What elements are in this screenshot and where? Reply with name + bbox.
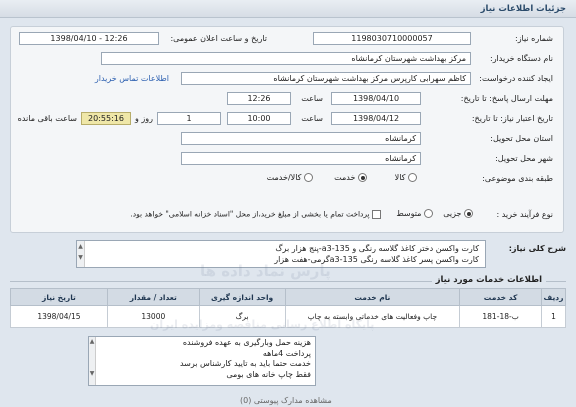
col-code: کد خدمت [459,288,543,306]
attachments-link[interactable]: مشاهده مدارک پیوستی (0) [240,396,332,405]
remaining-days-field: 1 [157,112,221,125]
remaining-timer: 20:55:16 [81,112,131,125]
validity-time-field[interactable]: 10:00 [227,112,291,125]
deadline-label: مهلت ارسال پاسخ: تا تاریخ: [460,94,553,103]
category-label: طبقه بندی موضوعی: [482,174,553,183]
cell-qty: 13000 [106,305,200,328]
category-option-service[interactable]: خدمت [334,173,367,182]
notes-scrollbar[interactable]: ▲ ▼ [89,337,96,385]
days-label: روز و [135,114,153,123]
validity-date-field[interactable]: 1398/04/12 [331,112,421,125]
description-line: کارت واکسن دختر کاغذ گلاسه رنگی و 135-a3… [275,244,479,253]
process-medium-label: متوسط [396,209,422,218]
deadline-time-field[interactable]: 12:26 [227,92,291,105]
table-header-row: ردیف کد خدمت نام خدمت واحد اندازه گیری ت… [10,288,566,306]
validity-label: تاریخ اعتبار نیاز: تا تاریخ: [471,114,553,123]
page-title: جزئیات اطلاعات نیاز [0,0,576,18]
creator-field[interactable]: کاظم سهرابی کارپرس مرکز بهداشت شهرستان ک… [181,72,471,85]
note-line: هزینه حمل وبارگیری به عهده فروشنده [182,338,311,347]
category-service-radio[interactable] [358,173,367,182]
province-label: استان محل تحویل: [490,134,553,143]
buyer-org-label: نام دستگاه خریدار: [490,54,553,63]
buyer-org-field[interactable]: مرکز بهداشت شهرستان کرمانشاه [101,52,471,65]
category-option-goods[interactable]: کالا [395,173,417,182]
province-field[interactable]: کرمانشاه [181,132,421,145]
buyer-contact-link[interactable]: اطلاعات تماس خریدار [95,74,169,83]
col-unit: واحد اندازه گیری [198,288,286,306]
payment-note: پرداخت تمام یا بخشی از مبلغ خرید،از محل … [130,209,370,219]
announce-label: تاریخ و ساعت اعلان عمومی: [170,34,267,43]
cell-unit: برگ [198,305,286,328]
payment-checkbox[interactable] [372,209,381,219]
category-goods-radio[interactable] [408,173,417,182]
note-line: خدمت حتما باید به تایید کارشناس برسد [179,359,311,368]
city-label: شهر محل تحویل: [495,154,553,163]
creator-label: ایجاد کننده درخواست: [479,74,553,83]
process-option-minor[interactable]: جزیی [443,209,473,218]
note-line: پرداخت 4ماهه [262,348,311,358]
description-scrollbar[interactable]: ▲ ▼ [77,241,85,267]
col-name: نام خدمت [284,288,461,306]
cell-code: ب-18-181 [459,305,543,328]
deadline-date-field[interactable]: 1398/04/10 [331,92,421,105]
cell-date: 1398/04/15 [10,305,108,328]
category-both-radio[interactable] [304,173,313,182]
buyer-notes-box[interactable]: ▲ ▼ هزینه حمل وبارگیری به عهده فروشنده پر… [88,336,316,386]
services-section-title: اطلاعات خدمات مورد نیاز [431,275,546,285]
category-service-label: خدمت [334,173,356,182]
description-box[interactable]: ▲ ▼ کارت واکسن دختر کاغذ گلاسه رنگی و 135… [76,240,486,268]
col-row: ردیف [541,288,566,306]
services-table: ردیف کد خدمت نام خدمت واحد اندازه گیری ت… [10,288,566,328]
city-field[interactable]: کرمانشاه [181,152,421,165]
note-line: فقط چاپ خانه های بومی [226,369,311,379]
request-info-panel: شماره نیاز: 1198030710000057 تاریخ و ساع… [10,26,564,233]
need-number-field[interactable]: 1198030710000057 [313,32,471,45]
process-minor-radio[interactable] [464,209,473,218]
category-both-label: کالا/خدمت [266,173,302,182]
need-number-label: شماره نیاز: [515,34,553,43]
description-line: کارت واکسن پسر کاغذ گلاسه رنگی a3-135گرم… [274,255,479,264]
table-row[interactable]: 1 ب-18-181 چاپ وفعالیت های خدماتی وابسته… [10,305,566,328]
announce-field[interactable]: 1398/04/10 - 12:26 [19,32,159,45]
cell-name: چاپ وفعالیت های خدماتی وابسته به چاپ [284,305,461,328]
payment-option[interactable]: پرداخت تمام یا بخشی از مبلغ خرید،از محل … [130,209,381,219]
col-date: تاریخ نیاز [10,288,108,306]
process-label: نوع فرآیند خرید : [496,210,553,219]
validity-time-label: ساعت [301,114,323,123]
category-option-both[interactable]: کالا/خدمت [267,173,313,182]
process-option-medium[interactable]: متوسط [396,209,433,218]
col-qty: تعداد / مقدار [106,288,200,306]
category-goods-label: کالا [394,173,406,182]
remaining-label: ساعت باقی مانده [17,114,77,123]
deadline-time-label: ساعت [301,94,323,103]
process-minor-label: جزیی [443,209,462,218]
process-medium-radio[interactable] [424,209,433,218]
cell-row: 1 [541,305,566,328]
description-label: شرح کلی نیاز: [508,244,566,253]
